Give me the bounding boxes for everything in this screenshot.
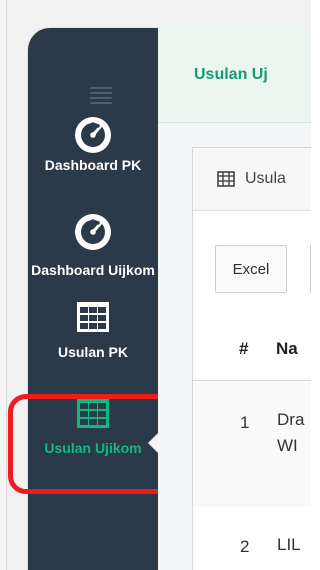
table-icon	[217, 171, 235, 187]
page-title: Usulan Uj	[194, 66, 268, 83]
row-number: 1	[240, 413, 250, 432]
table-row[interactable]: 1 Dra WI	[193, 381, 311, 508]
grid-icon	[77, 302, 109, 332]
sidebar-item-label: Usulan PK	[57, 344, 128, 360]
sidebar-item-label: Dashboard Uijkom	[31, 262, 155, 278]
speedometer-icon	[75, 214, 111, 250]
sidebar: Dashboard PK Dashboard Uijkom Usulan PK …	[28, 28, 158, 570]
sidebar-item-label: Usulan Ujikom	[44, 440, 142, 456]
row-name: LIL	[277, 535, 301, 554]
panel-title-wrap: Usula	[217, 170, 286, 188]
menu-icon[interactable]	[90, 84, 112, 106]
screenshot-frame: Dashboard PK Dashboard Uijkom Usulan PK …	[0, 0, 311, 570]
active-item-pointer	[148, 433, 158, 453]
sidebar-item-usulan-ujikom[interactable]: Usulan Ujikom	[28, 397, 158, 457]
sidebar-item-usulan-pk[interactable]: Usulan PK	[28, 301, 158, 361]
column-header-name: Na	[276, 339, 298, 358]
table-row[interactable]: 2 LIL	[193, 507, 311, 570]
panel-header: Usula	[193, 148, 311, 211]
next-toolbar-button[interactable]	[310, 245, 311, 293]
sidebar-item-dashboard-pk[interactable]: Dashboard PK	[28, 114, 158, 174]
window-edge	[0, 0, 7, 570]
usulan-panel: Usula Excel # Na 1 Dra WI 2 LIL	[192, 147, 311, 570]
column-header-number: #	[239, 339, 249, 358]
table-header: # Na	[193, 325, 311, 371]
panel-title: Usula	[245, 170, 286, 187]
sidebar-item-label: Dashboard PK	[44, 157, 142, 173]
top-header: Usulan Uj	[158, 28, 311, 123]
excel-button[interactable]: Excel	[215, 245, 287, 293]
grid-icon	[77, 398, 109, 428]
main-content: Usulan Uj Usula Excel # Na 1 Dra WI 2 LI…	[158, 28, 311, 570]
speedometer-icon	[75, 117, 111, 153]
sidebar-item-dashboard-uijkom[interactable]: Dashboard Uijkom	[28, 211, 158, 279]
row-name: Dra WI	[277, 410, 305, 455]
row-number: 2	[240, 537, 250, 556]
